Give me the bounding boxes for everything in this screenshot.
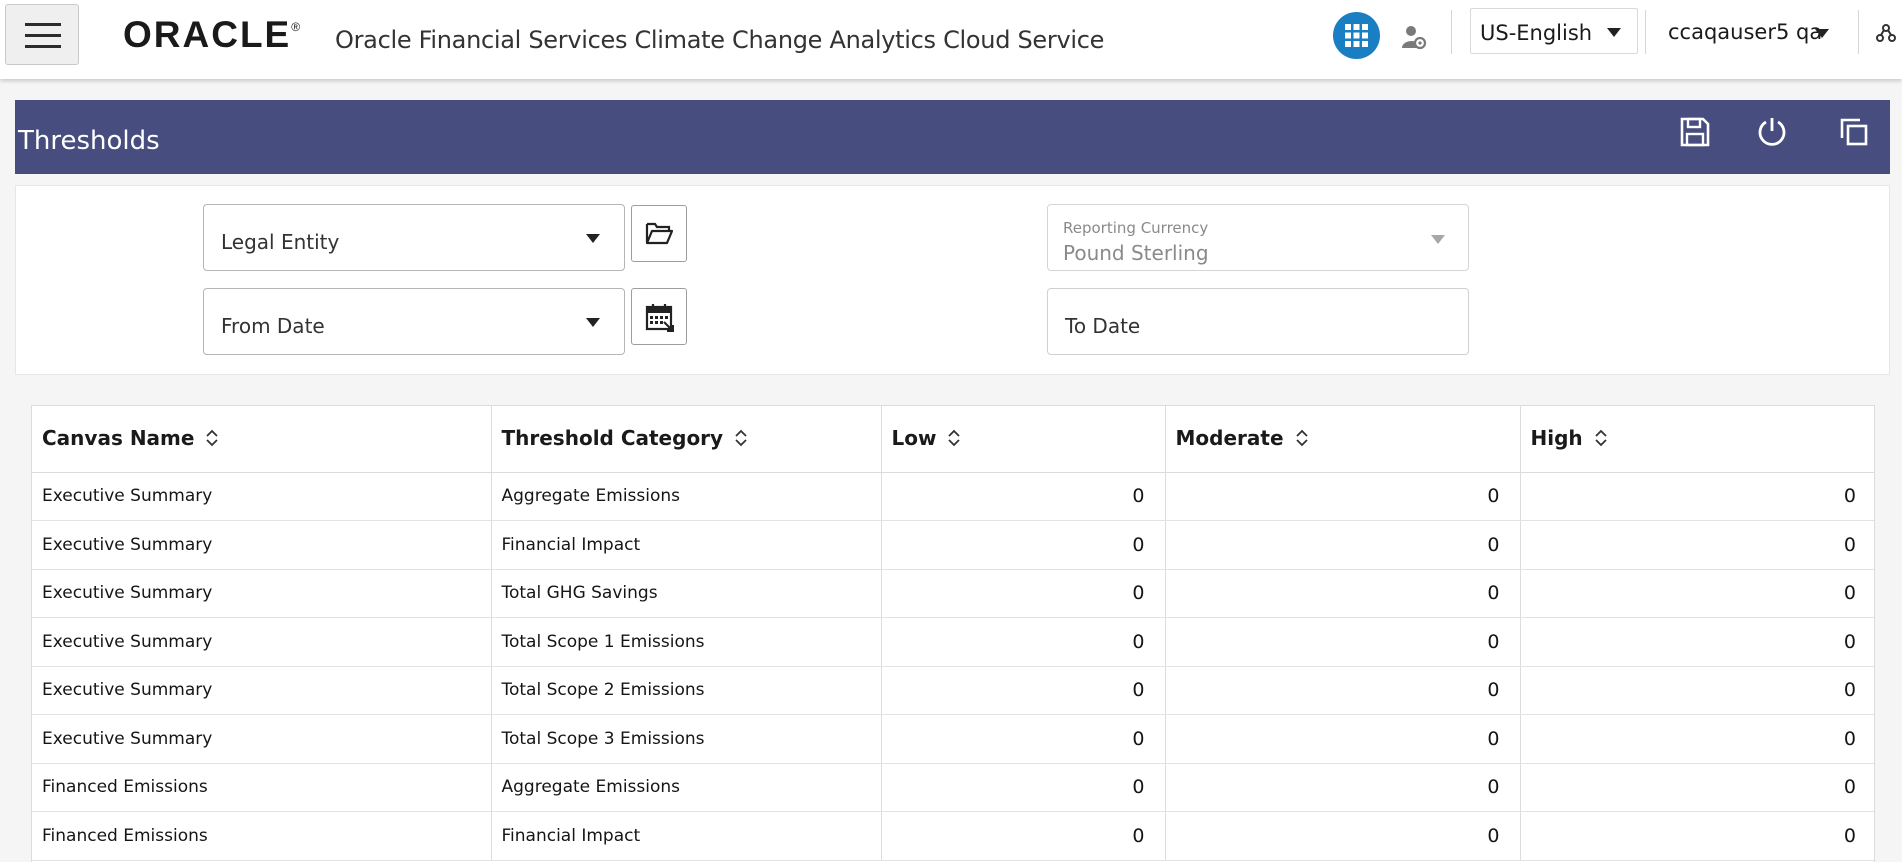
cell-canvas-name: Executive Summary <box>32 714 492 764</box>
cell-threshold-category: Total Scope 3 Emissions <box>491 714 882 764</box>
save-icon <box>1680 117 1710 147</box>
table-row[interactable]: Financed Emissions Financial Impact 0 0 0 <box>32 811 1874 861</box>
cell-canvas-name: Executive Summary <box>32 666 492 715</box>
cell-low[interactable]: 0 <box>881 763 1166 812</box>
user-settings-button[interactable] <box>1401 24 1427 55</box>
calendar-button[interactable] <box>631 288 687 345</box>
user-menu[interactable]: ccaqauser5 qa <box>1668 20 1822 44</box>
cell-threshold-category: Financial Impact <box>491 520 882 570</box>
table-header-row: Canvas Name Threshold Category Low Moderate… <box>32 406 1874 473</box>
column-header-threshold-category[interactable]: Threshold Category <box>491 406 882 473</box>
table-row[interactable]: Financed Emissions Aggregate Emissions 0 0 0 <box>32 763 1874 812</box>
cell-canvas-name: Executive Summary <box>32 472 492 521</box>
cell-threshold-category: Financial Impact <box>491 811 882 861</box>
cell-moderate[interactable]: 0 <box>1165 520 1521 570</box>
cell-canvas-name: Executive Summary <box>32 617 492 667</box>
from-date-select[interactable]: From Date <box>203 288 625 355</box>
apps-grid-button[interactable] <box>1333 12 1380 59</box>
cell-high[interactable]: 0 <box>1520 520 1874 570</box>
cell-low[interactable]: 0 <box>881 714 1166 764</box>
cell-high[interactable]: 0 <box>1520 617 1874 667</box>
table-row[interactable]: Executive Summary Total Scope 3 Emissions… <box>32 714 1874 764</box>
user-menu-chevron-down-icon[interactable] <box>1815 29 1829 38</box>
save-button[interactable] <box>1679 116 1711 153</box>
cell-moderate[interactable]: 0 <box>1165 666 1521 715</box>
cell-threshold-category: Total Scope 1 Emissions <box>491 617 882 667</box>
sort-icon[interactable] <box>735 428 747 452</box>
header-divider <box>1451 10 1452 54</box>
cell-low[interactable]: 0 <box>881 811 1166 861</box>
hamburger-menu-icon <box>25 23 61 26</box>
sort-icon[interactable] <box>206 428 219 452</box>
cell-threshold-category: Total GHG Savings <box>491 569 882 618</box>
cell-canvas-name: Executive Summary <box>32 520 492 570</box>
sort-icon[interactable] <box>1295 428 1308 452</box>
page-title-bar: Thresholds <box>15 100 1890 174</box>
chevron-down-icon <box>586 318 600 327</box>
chevron-down-icon <box>1431 235 1445 244</box>
cell-low[interactable]: 0 <box>881 569 1166 618</box>
copy-button[interactable] <box>1839 116 1869 153</box>
reset-icon <box>1758 118 1786 146</box>
folder-icon <box>645 222 673 245</box>
cell-high[interactable]: 0 <box>1520 763 1874 812</box>
to-date-field[interactable]: To Date <box>1047 288 1469 355</box>
cell-high[interactable]: 0 <box>1520 811 1874 861</box>
column-header-low[interactable]: Low <box>881 406 1166 473</box>
cell-moderate[interactable]: 0 <box>1165 569 1521 618</box>
cell-moderate[interactable]: 0 <box>1165 811 1521 861</box>
copy-icon <box>1840 118 1868 146</box>
cell-threshold-category: Total Scope 2 Emissions <box>491 666 882 715</box>
table-body: Executive Summary Aggregate Emissions 0 0 0 E… <box>32 472 1874 861</box>
column-header-high[interactable]: High <box>1520 406 1874 473</box>
cell-low[interactable]: 0 <box>881 472 1166 521</box>
table-row[interactable]: Executive Summary Financial Impact 0 0 0 <box>32 520 1874 570</box>
thresholds-table: Canvas Name Threshold Category Low Moderate… <box>31 405 1875 862</box>
cell-moderate[interactable]: 0 <box>1165 472 1521 521</box>
cell-low[interactable]: 0 <box>881 520 1166 570</box>
cell-low[interactable]: 0 <box>881 617 1166 667</box>
reset-button[interactable] <box>1756 116 1788 153</box>
oracle-logo: ORACLE® <box>123 14 301 55</box>
page-title: Thresholds <box>18 126 160 156</box>
calendar-icon <box>645 304 674 332</box>
language-select[interactable]: US-English <box>1470 8 1638 54</box>
header-divider <box>1858 10 1859 54</box>
cell-canvas-name: Financed Emissions <box>32 763 492 812</box>
cell-high[interactable]: 0 <box>1520 569 1874 618</box>
chevron-down-icon <box>1607 28 1621 37</box>
browse-legal-entity-button[interactable] <box>631 205 687 262</box>
app-title: Oracle Financial Services Climate Change… <box>335 26 1105 54</box>
cell-canvas-name: Executive Summary <box>32 569 492 618</box>
table-row[interactable]: Executive Summary Total Scope 1 Emissions… <box>32 617 1874 667</box>
cell-moderate[interactable]: 0 <box>1165 763 1521 812</box>
user-settings-icon <box>1402 26 1427 50</box>
table-row[interactable]: Executive Summary Total Scope 2 Emissions… <box>32 666 1874 715</box>
cell-high[interactable]: 0 <box>1520 714 1874 764</box>
apps-grid-icon <box>1345 24 1368 47</box>
cell-moderate[interactable]: 0 <box>1165 617 1521 667</box>
reporting-currency-select: Reporting Currency Pound Sterling <box>1047 204 1469 271</box>
hierarchy-button[interactable] <box>1876 23 1896 48</box>
cell-high[interactable]: 0 <box>1520 666 1874 715</box>
top-header: ORACLE® Oracle Financial Services Climat… <box>0 0 1902 79</box>
cell-threshold-category: Aggregate Emissions <box>491 472 882 521</box>
cell-threshold-category: Aggregate Emissions <box>491 763 882 812</box>
cell-canvas-name: Financed Emissions <box>32 811 492 861</box>
column-header-canvas-name[interactable]: Canvas Name <box>32 406 492 473</box>
sort-icon[interactable] <box>948 428 961 452</box>
legal-entity-select[interactable]: Legal Entity <box>203 204 625 271</box>
column-header-moderate[interactable]: Moderate <box>1165 406 1521 473</box>
cell-moderate[interactable]: 0 <box>1165 714 1521 764</box>
cell-high[interactable]: 0 <box>1520 472 1874 521</box>
cell-low[interactable]: 0 <box>881 666 1166 715</box>
header-divider <box>1645 10 1646 54</box>
table-row[interactable]: Executive Summary Total GHG Savings 0 0 0 <box>32 569 1874 618</box>
sort-icon[interactable] <box>1595 428 1607 452</box>
hamburger-menu-button[interactable] <box>5 4 79 65</box>
filter-panel: Legal Entity From Date Reporting Currenc… <box>15 185 1890 375</box>
table-row[interactable]: Executive Summary Aggregate Emissions 0 0 0 <box>32 472 1874 521</box>
chevron-down-icon <box>586 234 600 243</box>
hierarchy-icon <box>1876 24 1896 42</box>
